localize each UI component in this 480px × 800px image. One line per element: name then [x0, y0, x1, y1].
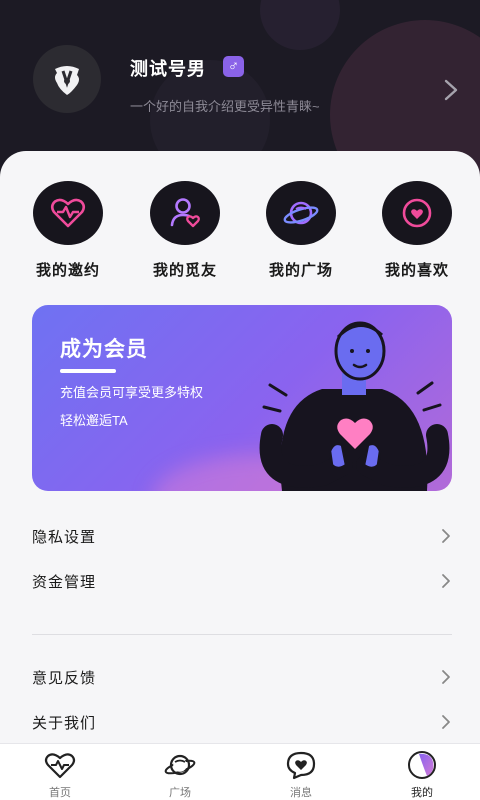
tab-label: 首页 [49, 787, 71, 799]
quick-action-label: 我的觅友 [152, 262, 217, 279]
planet-icon [283, 201, 319, 225]
heart-pulse-icon [50, 198, 86, 228]
user-heart-icon [170, 198, 200, 228]
man-holding-heart-illustration [259, 321, 450, 491]
quick-action-invites[interactable]: 我的邀约 [23, 181, 113, 280]
chat-heart-icon [286, 751, 316, 780]
bottom-tab-bar: 首页 广场 消息 我的 [0, 743, 480, 800]
planet-icon [164, 754, 196, 776]
header-decoration [260, 0, 340, 50]
heart-pulse-icon [44, 753, 76, 779]
chevron-right-icon [442, 715, 450, 729]
quick-action-square[interactable]: 我的广场 [256, 181, 346, 280]
vip-banner[interactable]: 成为会员 充值会员可享受更多特权 轻松邂逅TA [32, 305, 452, 491]
banner-subtitle: 轻松邂逅TA [60, 413, 128, 428]
banner-title: 成为会员 [60, 338, 148, 361]
tab-label: 广场 [169, 787, 191, 799]
quick-action-label: 我的广场 [268, 262, 333, 279]
chevron-right-icon[interactable] [441, 78, 461, 102]
quick-action-label: 我的喜欢 [384, 262, 449, 279]
menu-item-label: 关于我们 [32, 714, 97, 732]
menu-item-about[interactable]: 关于我们 [32, 708, 452, 736]
tab-label: 我的 [411, 787, 433, 799]
gender-male-icon: ♂ [223, 56, 244, 77]
profile-icon [408, 751, 436, 779]
quick-action-likes[interactable]: 我的喜欢 [372, 181, 462, 280]
username: 测试号男 [130, 59, 206, 79]
quick-action-icon-wrap [150, 181, 220, 245]
quick-action-friends[interactable]: 我的觅友 [140, 181, 230, 280]
quick-action-icon-wrap [382, 181, 452, 245]
menu-item-label: 资金管理 [32, 573, 97, 591]
quick-action-label: 我的邀约 [35, 262, 100, 279]
chevron-right-icon [442, 670, 450, 684]
main-card: 我的邀约 我的觅友 我的广场 我的喜欢 成为会员 充值会员可享受更多特权 轻松邂… [0, 151, 480, 751]
menu-item-label: 意见反馈 [32, 669, 97, 687]
chevron-right-icon [442, 529, 450, 543]
chevron-right-icon [442, 574, 450, 588]
menu-item-label: 隐私设置 [32, 528, 97, 546]
avatar[interactable] [33, 45, 101, 113]
profile-bio[interactable]: 一个好的自我介绍更受异性青睐~ [130, 96, 320, 115]
section-divider [32, 634, 452, 635]
heart-circle-icon [402, 198, 432, 228]
banner-subtitle: 充值会员可享受更多特权 [60, 385, 204, 400]
tab-messages[interactable]: 消息 [271, 750, 331, 800]
menu-item-funds[interactable]: 资金管理 [32, 567, 452, 595]
tab-square[interactable]: 广场 [150, 750, 210, 800]
tab-label: 消息 [290, 787, 312, 799]
tab-profile[interactable]: 我的 [392, 750, 452, 800]
quick-action-icon-wrap [33, 181, 103, 245]
tab-home[interactable]: 首页 [30, 750, 90, 800]
banner-underline [60, 369, 116, 373]
menu-item-privacy[interactable]: 隐私设置 [32, 522, 452, 550]
avatar-logo-icon [55, 66, 79, 95]
quick-action-icon-wrap [266, 181, 336, 245]
menu-item-feedback[interactable]: 意见反馈 [32, 663, 452, 691]
